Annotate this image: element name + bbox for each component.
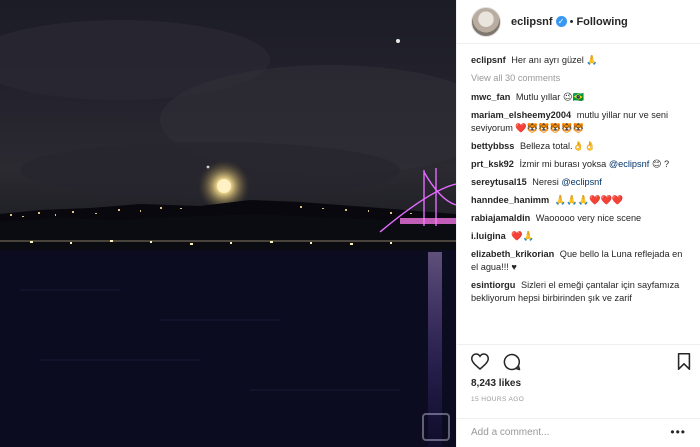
comment-item: mwc_fan Mutlu yıllar 😉🇧🇷 xyxy=(471,91,691,104)
comment-item: prt_ksk92 İzmir mi burası yoksa @eclipsn… xyxy=(471,158,691,171)
post-header: eclipsnf ✓ • Following xyxy=(457,0,700,44)
heart-icon[interactable] xyxy=(470,353,490,375)
following-button[interactable]: Following xyxy=(576,16,627,28)
moon xyxy=(217,179,231,193)
comment-item: elizabeth_krikorian Que bello la Luna re… xyxy=(471,248,691,274)
post-photo[interactable] xyxy=(0,0,456,447)
comment-username[interactable]: esintiorgu xyxy=(471,280,515,290)
comment-item: mariam_elsheemy2004 mutlu yillar nur ve … xyxy=(471,109,691,135)
post-actions xyxy=(457,344,700,374)
caption-username[interactable]: eclipsnf xyxy=(471,55,506,65)
watermark-logo xyxy=(422,413,450,441)
comment-text: Waooooo very nice scene xyxy=(535,213,642,223)
comment-item: hanndee_hanimm 🙏🙏🙏❤️❤️❤️ xyxy=(471,194,691,207)
view-all-comments-link[interactable]: View all 30 comments xyxy=(471,72,691,85)
caption-emoji: 🙏 xyxy=(586,55,598,65)
comment-item: bettybbss Belleza total.👌👌 xyxy=(471,140,691,153)
more-options-icon[interactable]: ••• xyxy=(670,425,686,439)
comment-username[interactable]: sereytusal15 xyxy=(471,177,527,187)
comment-username[interactable]: i.luigina xyxy=(471,231,506,241)
add-comment-input[interactable]: Add a comment... xyxy=(457,418,700,447)
like-count[interactable]: 8,243 likes xyxy=(471,378,521,389)
post-timestamp: 15 HOURS AGO xyxy=(471,396,525,403)
avatar[interactable] xyxy=(471,6,501,37)
comment-text: İzmir mi burası yoksa xyxy=(519,159,609,169)
caption: eclipsnf Her anı ayrı güzel 🙏 xyxy=(471,54,691,67)
comment-item: esintiorgu Sizleri el emeği çantalar içi… xyxy=(471,279,691,305)
post-username[interactable]: eclipsnf xyxy=(511,16,553,28)
comment-text-tail: 😊 ? xyxy=(649,159,670,169)
caption-text: Her anı ayrı güzel xyxy=(511,55,584,65)
comment-icon[interactable] xyxy=(503,353,521,376)
comment-text: Belleza total.👌👌 xyxy=(519,141,596,151)
post-side-panel: eclipsnf ✓ • Following eclipsnf Her anı … xyxy=(456,0,700,447)
verified-badge-icon: ✓ xyxy=(555,16,567,27)
comment-username[interactable]: elizabeth_krikorian xyxy=(471,249,554,259)
bookmark-icon[interactable] xyxy=(677,353,691,375)
comment-mention-link[interactable]: @eclipsnf xyxy=(609,159,649,169)
comment-text: 🙏🙏🙏❤️❤️❤️ xyxy=(554,195,624,205)
comment-mention-link[interactable]: @eclipsnf xyxy=(561,177,601,187)
comment-username[interactable]: bettybbss xyxy=(471,141,514,151)
comment-username[interactable]: mwc_fan xyxy=(471,92,510,102)
comment-text: Neresi xyxy=(532,177,562,187)
comment-username[interactable]: prt_ksk92 xyxy=(471,159,514,169)
comment-item: sereytusal15 Neresi @eclipsnf xyxy=(471,176,691,189)
header-separator: • xyxy=(569,15,574,28)
comment-username[interactable]: hanndee_hanimm xyxy=(471,195,549,205)
night-scene-illustration xyxy=(0,20,456,447)
comment-item: i.luigina ❤️🙏 xyxy=(471,230,691,243)
comment-username[interactable]: mariam_elsheemy2004 xyxy=(471,110,571,120)
comments-list[interactable]: eclipsnf Her anı ayrı güzel 🙏 View all 3… xyxy=(457,54,700,342)
comment-item: rabiajamaldin Waooooo very nice scene xyxy=(471,212,691,225)
comment-text: Mutlu yıllar 😉🇧🇷 xyxy=(515,92,584,102)
comment-text: ❤️🙏 xyxy=(511,231,535,241)
comment-username[interactable]: rabiajamaldin xyxy=(471,213,530,223)
